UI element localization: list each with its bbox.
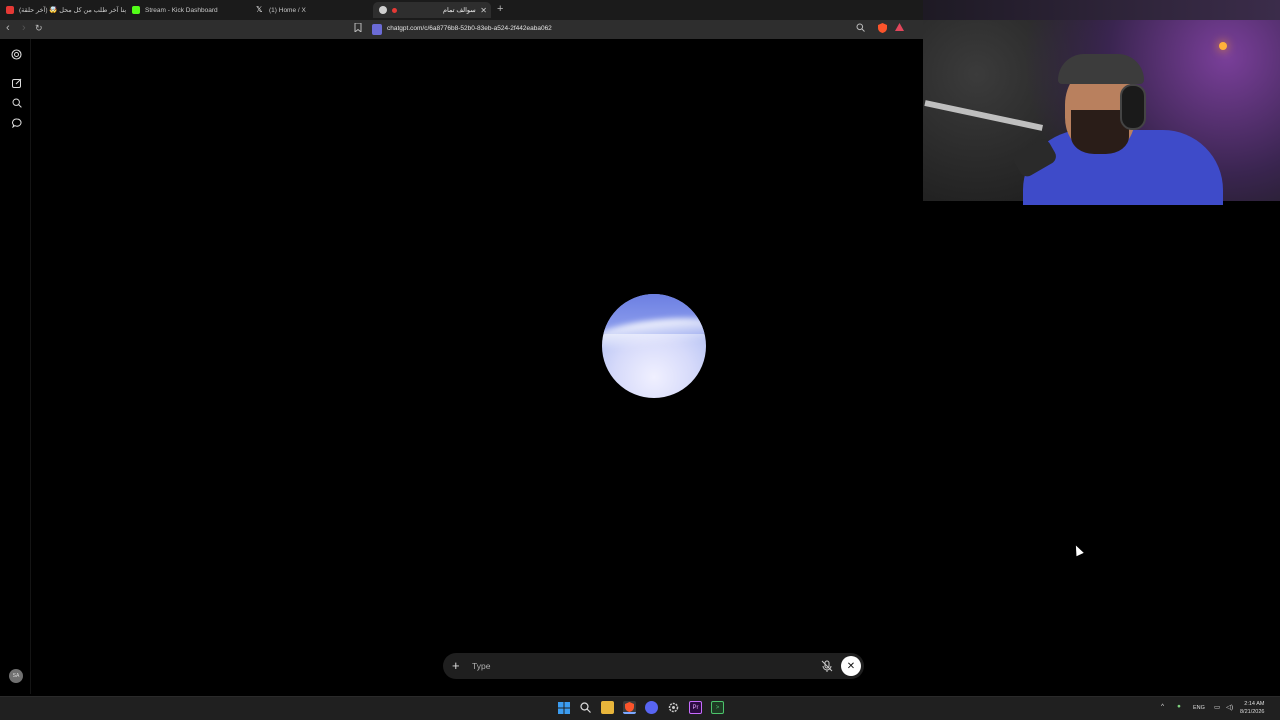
avatar[interactable]: SA [9,669,23,683]
volume-icon[interactable]: ◁) [1226,703,1233,711]
chat-bubble-icon[interactable] [10,116,23,129]
tab-label: (1) Home / X [269,6,306,14]
webcam-streamer-cap [1058,54,1144,84]
mic-muted-icon[interactable] [820,659,834,673]
end-voice-button[interactable]: ✕ [841,656,861,676]
reload-icon[interactable]: ↻ [35,23,43,34]
mouse-cursor-icon [1072,543,1084,557]
discord-icon[interactable] [645,701,658,714]
windows-start-icon[interactable] [557,701,570,714]
brave-browser-icon[interactable] [623,701,636,714]
taskbar-search-icon[interactable] [579,701,592,714]
tab-x-home[interactable]: 𝕏 (1) Home / X [250,2,373,18]
kick-icon [132,6,140,14]
x-logo-icon: 𝕏 [256,5,263,14]
url-text: chatgpt.com/c/6a8776b8-52b0-83eb-a524-2f… [387,25,552,32]
back-arrow-icon[interactable]: ‹ [6,22,10,34]
tab-label: Stream - Kick Dashboard [145,6,218,14]
clock-time: 2:14 AM [1244,701,1265,707]
sidebar [0,39,31,694]
network-icon[interactable]: ▭ [1214,703,1220,711]
forward-arrow-icon[interactable]: › [22,22,26,34]
youtube-icon [6,6,14,14]
message-input[interactable]: Type [472,661,490,671]
voice-composer-bar [443,653,864,679]
file-explorer-icon[interactable] [601,701,614,714]
premiere-app-icon[interactable]: Pr [689,701,702,714]
tab-youtube[interactable]: جربنا آخر طلب من كل محل 🤯 (آخر حلقة) [0,2,126,18]
tray-mic-icon[interactable]: ● [1177,703,1181,710]
tab-kick-dashboard[interactable]: Stream - Kick Dashboard [126,2,250,18]
tab-label: جربنا آخر طلب من كل محل 🤯 (آخر حلقة) [19,7,126,14]
voice-mode-orb [602,294,706,398]
new-chat-icon[interactable] [10,76,23,89]
brave-shield-icon[interactable] [878,23,887,35]
clock-date: 8/21/2026 [1240,709,1265,715]
webcam-headset [1120,84,1146,130]
zoom-icon[interactable] [856,23,865,34]
tray-chevron-icon[interactable]: ^ [1161,703,1164,710]
windows-taskbar [0,696,1280,720]
bookmark-icon[interactable] [354,22,362,34]
webcam-lamp [1219,42,1227,50]
terminal-app-icon[interactable]: > [711,701,724,714]
language-indicator[interactable]: ENG [1193,705,1205,711]
system-clock[interactable]: 2:14 AM 8/21/2026 [1240,700,1264,716]
site-info-icon[interactable] [372,24,382,35]
webcam-overlay-top [923,0,1280,20]
add-attachment-button[interactable]: + [452,658,460,673]
brave-rewards-icon[interactable] [895,23,904,34]
search-icon[interactable] [10,96,23,109]
settings-gear-icon[interactable] [667,701,680,714]
address-bar[interactable] [368,2,911,17]
chatgpt-logo-icon[interactable] [10,48,23,61]
